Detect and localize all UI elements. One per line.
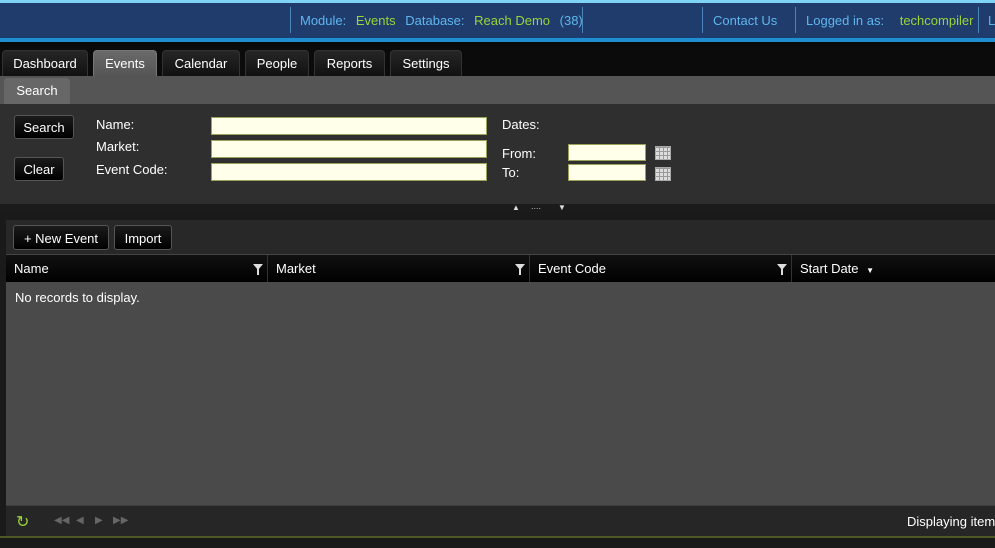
footer-line [0, 536, 995, 548]
grid-header: Name Market Event Code Start Date ▼ [6, 254, 995, 283]
next-page-icon[interactable]: ▶ [95, 515, 103, 526]
dates-label: Dates: [502, 117, 540, 132]
market-field[interactable] [211, 140, 487, 158]
app-header: Module: Events Database: Reach Demo (38)… [0, 0, 995, 38]
module-info: Module: Events Database: Reach Demo (38) [300, 9, 583, 33]
search-button[interactable]: Search [14, 115, 74, 139]
header-divider [582, 7, 583, 33]
logged-in-info: Logged in as: techcompiler [806, 9, 973, 33]
collapse-up-icon[interactable]: ▲ [512, 203, 520, 212]
empty-message: No records to display. [15, 290, 140, 305]
tab-search[interactable]: Search [4, 78, 70, 104]
column-header-start-date[interactable]: Start Date ▼ [792, 255, 995, 283]
first-page-icon[interactable]: ◀◀ [54, 515, 69, 526]
panel-splitter[interactable]: ▲ .... ▼ [0, 201, 995, 212]
tab-calendar[interactable]: Calendar [162, 50, 240, 76]
events-grid: + New Event Import Name Market Event Cod… [0, 212, 995, 548]
header-divider [702, 7, 703, 33]
grid-pager: ↻ ◀◀ ◀ ▶ ▶▶ Displaying item [6, 505, 995, 537]
database-count: (38) [559, 13, 583, 28]
column-label: Market [276, 261, 316, 276]
from-label: From: [502, 146, 536, 161]
name-field[interactable] [211, 117, 487, 135]
header-divider [290, 7, 291, 33]
expand-down-icon[interactable]: ▼ [558, 203, 566, 212]
search-tab-bar [0, 76, 995, 104]
tab-reports[interactable]: Reports [314, 50, 385, 76]
database-label: Database: [405, 13, 465, 28]
header-divider [978, 7, 979, 33]
module-value: Events [355, 13, 396, 28]
calendar-icon[interactable] [655, 167, 671, 181]
column-header-event-code[interactable]: Event Code [530, 255, 792, 283]
to-date-field[interactable] [568, 164, 646, 181]
filter-icon[interactable] [515, 264, 525, 275]
tab-settings[interactable]: Settings [390, 50, 462, 76]
to-label: To: [502, 165, 520, 180]
header-divider [795, 7, 796, 33]
from-date-field[interactable] [568, 144, 646, 161]
calendar-icon[interactable] [655, 146, 671, 160]
logout-link[interactable]: L [988, 9, 995, 33]
filter-icon[interactable] [777, 264, 787, 275]
tab-dashboard[interactable]: Dashboard [2, 50, 88, 76]
logged-in-label: Logged in as: [806, 13, 885, 28]
previous-page-icon[interactable]: ◀ [76, 515, 84, 526]
contact-us-link[interactable]: Contact Us [713, 9, 777, 33]
tab-events[interactable]: Events [93, 50, 157, 76]
search-panel: Search Clear Name: Market: Event Code: D… [0, 104, 995, 204]
pager-status: Displaying item [907, 514, 995, 529]
new-event-button[interactable]: + New Event [13, 225, 109, 250]
refresh-icon[interactable]: ↻ [16, 512, 29, 532]
sort-desc-icon: ▼ [866, 266, 875, 275]
filter-icon[interactable] [253, 264, 263, 275]
column-header-name[interactable]: Name [6, 255, 268, 283]
column-label: Start Date [800, 261, 859, 276]
import-button[interactable]: Import [114, 225, 172, 250]
last-page-icon[interactable]: ▶▶ [113, 515, 128, 526]
splitter-grip: .... [531, 201, 542, 211]
module-label: Module: [300, 13, 347, 28]
database-value[interactable]: Reach Demo [474, 13, 550, 28]
name-label: Name: [96, 117, 135, 132]
column-label: Name [14, 261, 49, 276]
column-label: Event Code [538, 261, 606, 276]
event-code-label: Event Code: [96, 162, 168, 177]
user-name[interactable]: techcompiler [900, 13, 974, 28]
clear-button[interactable]: Clear [14, 157, 64, 181]
main-tabs: Dashboard Events Calendar People Reports… [0, 46, 995, 76]
grid-toolbar: + New Event Import [6, 220, 995, 254]
market-label: Market: [96, 139, 140, 154]
tab-people[interactable]: People [245, 50, 309, 76]
grid-body: No records to display. [6, 282, 995, 505]
event-code-field[interactable] [211, 163, 487, 181]
column-header-market[interactable]: Market [268, 255, 530, 283]
